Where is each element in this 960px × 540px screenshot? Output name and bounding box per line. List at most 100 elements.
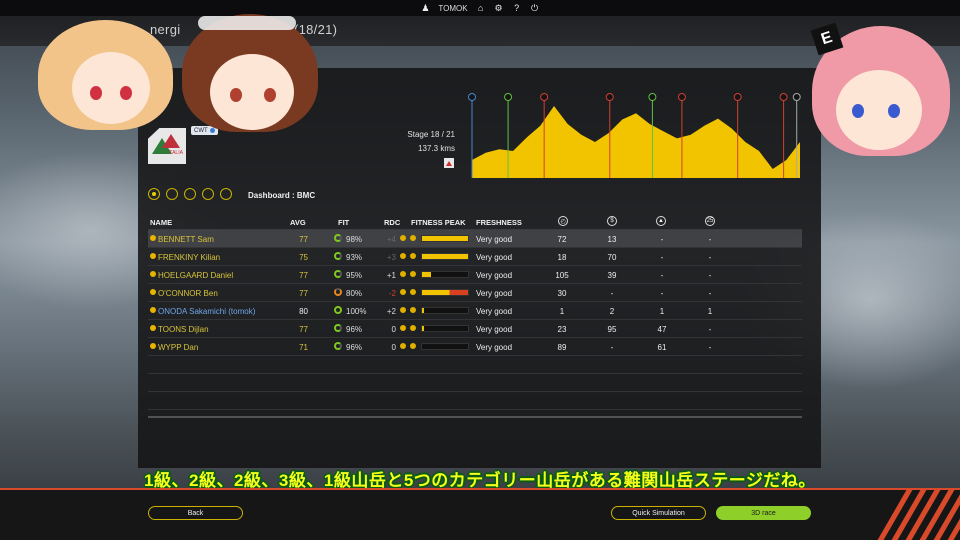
- rider-fit: 96%: [346, 343, 363, 352]
- tab-5[interactable]: [220, 188, 232, 200]
- rider-stat-time: 89: [557, 343, 567, 352]
- table-row[interactable]: TOONS Dijlan 77 96% 0 Very good 23 95 47 -: [148, 320, 802, 338]
- col-freshness[interactable]: FRESHNESS: [476, 218, 522, 227]
- rider-freshness: Very good: [476, 325, 513, 334]
- stage-type-icon: [444, 158, 454, 168]
- table-divider: [148, 416, 802, 418]
- rider-name[interactable]: ONODA Sakamichi (tomok): [158, 307, 255, 316]
- table-row[interactable]: FRENKINY Kilian 75 93% +3 Very good 18 70 - -: [148, 248, 802, 266]
- fitness-peak-bar: [421, 271, 469, 278]
- table-row[interactable]: WYPP Dan 71 96% 0 Very good 89 - 61 -: [148, 338, 802, 356]
- rider-stat-mountain: -: [660, 253, 664, 262]
- rider-freshness: Very good: [476, 307, 513, 316]
- stage-info: Stage 18 / 21 137.3 kms: [392, 130, 455, 158]
- info-icon[interactable]: [150, 307, 156, 313]
- stage-profile-chart: [468, 93, 801, 178]
- rider-avg: 77: [299, 289, 308, 298]
- fitness-ring-icon: [334, 288, 342, 296]
- rider-name[interactable]: TOONS Dijlan: [158, 325, 209, 334]
- status-dot-icon: [410, 307, 416, 313]
- empty-row: [148, 356, 802, 374]
- rider-freshness: Very good: [476, 235, 513, 244]
- rider-name[interactable]: FRENKINY Kilian: [158, 253, 220, 262]
- rider-name[interactable]: O'CONNOR Ben: [158, 289, 218, 298]
- info-icon[interactable]: [150, 271, 156, 277]
- status-dot-icon: [410, 271, 416, 277]
- tab-2[interactable]: [166, 188, 178, 200]
- rider-avg: 75: [299, 253, 308, 262]
- rider-freshness: Very good: [476, 289, 513, 298]
- power-icon[interactable]: ⏻: [530, 3, 540, 13]
- rider-stat-sprint: 39: [607, 271, 617, 280]
- rider-avg: 71: [299, 343, 308, 352]
- dashboard-label: Dashboard : BMC: [248, 191, 316, 200]
- fitness-ring-icon: [334, 234, 342, 242]
- rider-stat-time: 1: [559, 307, 565, 316]
- rider-stat-sprint: 95: [607, 325, 617, 334]
- rider-stat-time: 18: [557, 253, 567, 262]
- status-dot-icon: [410, 343, 416, 349]
- sprint-icon[interactable]: $: [607, 216, 617, 226]
- fitness-peak-bar: [421, 307, 469, 314]
- rider-name[interactable]: HOELGAARD Daniel: [158, 271, 233, 280]
- table-row[interactable]: BENNETT Sam 77 98% +4 Very good 72 13 - -: [148, 230, 802, 248]
- status-dot-icon: [400, 253, 406, 259]
- tab-3[interactable]: [184, 188, 196, 200]
- users-icon[interactable]: ♟: [420, 3, 430, 13]
- profile-marker-icon[interactable]: [540, 93, 549, 101]
- 3d-race-button[interactable]: 3D race: [716, 506, 811, 520]
- rider-fit: 93%: [346, 253, 363, 262]
- profile-marker-icon[interactable]: [733, 93, 742, 101]
- info-icon[interactable]: [150, 253, 156, 259]
- username: TOMOK: [438, 3, 468, 13]
- rider-rdc: +4: [386, 235, 396, 244]
- rider-stat-mountain: -: [660, 235, 664, 244]
- youth-icon[interactable]: 25: [705, 216, 715, 226]
- rider-stat-sprint: -: [610, 289, 614, 298]
- col-avg[interactable]: AVG: [290, 218, 306, 227]
- profile-marker-icon[interactable]: [605, 93, 614, 101]
- profile-marker-icon[interactable]: [779, 93, 788, 101]
- tab-4[interactable]: [202, 188, 214, 200]
- rider-stat-youth: -: [708, 271, 712, 280]
- rider-rdc: +1: [386, 271, 396, 280]
- help-icon[interactable]: ?: [512, 3, 522, 13]
- quick-simulation-button[interactable]: Quick Simulation: [611, 506, 706, 520]
- character-blonde: [38, 12, 173, 134]
- home-icon[interactable]: ⌂: [476, 3, 486, 13]
- rider-stat-youth: -: [708, 325, 712, 334]
- col-rdc[interactable]: RDC: [384, 218, 400, 227]
- rider-stat-time: 72: [557, 235, 567, 244]
- info-icon[interactable]: [150, 289, 156, 295]
- fitness-peak-bar: [421, 343, 469, 350]
- info-icon[interactable]: [150, 235, 156, 241]
- back-button[interactable]: Back: [148, 506, 243, 520]
- status-dot-icon: [410, 289, 416, 295]
- info-icon[interactable]: [150, 343, 156, 349]
- team-logo-text: ITALIA: [168, 150, 183, 156]
- col-fitness-peak[interactable]: FITNESS PEAK: [411, 218, 466, 227]
- rider-stat-time: 23: [557, 325, 567, 334]
- profile-marker-icon[interactable]: [677, 93, 686, 101]
- fitness-peak-fill: [422, 290, 468, 295]
- tab-1[interactable]: [148, 188, 160, 200]
- table-row[interactable]: ONODA Sakamichi (tomok) 80 100% +2 Very good…: [148, 302, 802, 320]
- clock-icon[interactable]: ◴: [558, 216, 568, 226]
- col-fit[interactable]: FIT: [338, 218, 349, 227]
- profile-marker-icon[interactable]: [648, 93, 657, 101]
- rider-name[interactable]: BENNETT Sam: [158, 235, 214, 244]
- stage-distance: 137.3 kms: [418, 144, 455, 153]
- profile-marker-icon[interactable]: [504, 93, 513, 101]
- profile-marker-icon[interactable]: [468, 93, 476, 101]
- mountain-icon[interactable]: ▲: [656, 216, 666, 226]
- table-row[interactable]: O'CONNOR Ben 77 80% -2 Very good 30 - - -: [148, 284, 802, 302]
- col-name[interactable]: NAME: [150, 218, 172, 227]
- profile-marker-icon[interactable]: [792, 93, 801, 101]
- info-icon[interactable]: [150, 325, 156, 331]
- rider-name[interactable]: WYPP Dan: [158, 343, 198, 352]
- table-row[interactable]: HOELGAARD Daniel 77 95% +1 Very good 105 39 - -: [148, 266, 802, 284]
- fitness-peak-fill: [422, 254, 468, 259]
- gear-icon[interactable]: ⚙: [494, 3, 504, 13]
- status-dot-icon: [410, 325, 416, 331]
- rider-fit: 95%: [346, 271, 363, 280]
